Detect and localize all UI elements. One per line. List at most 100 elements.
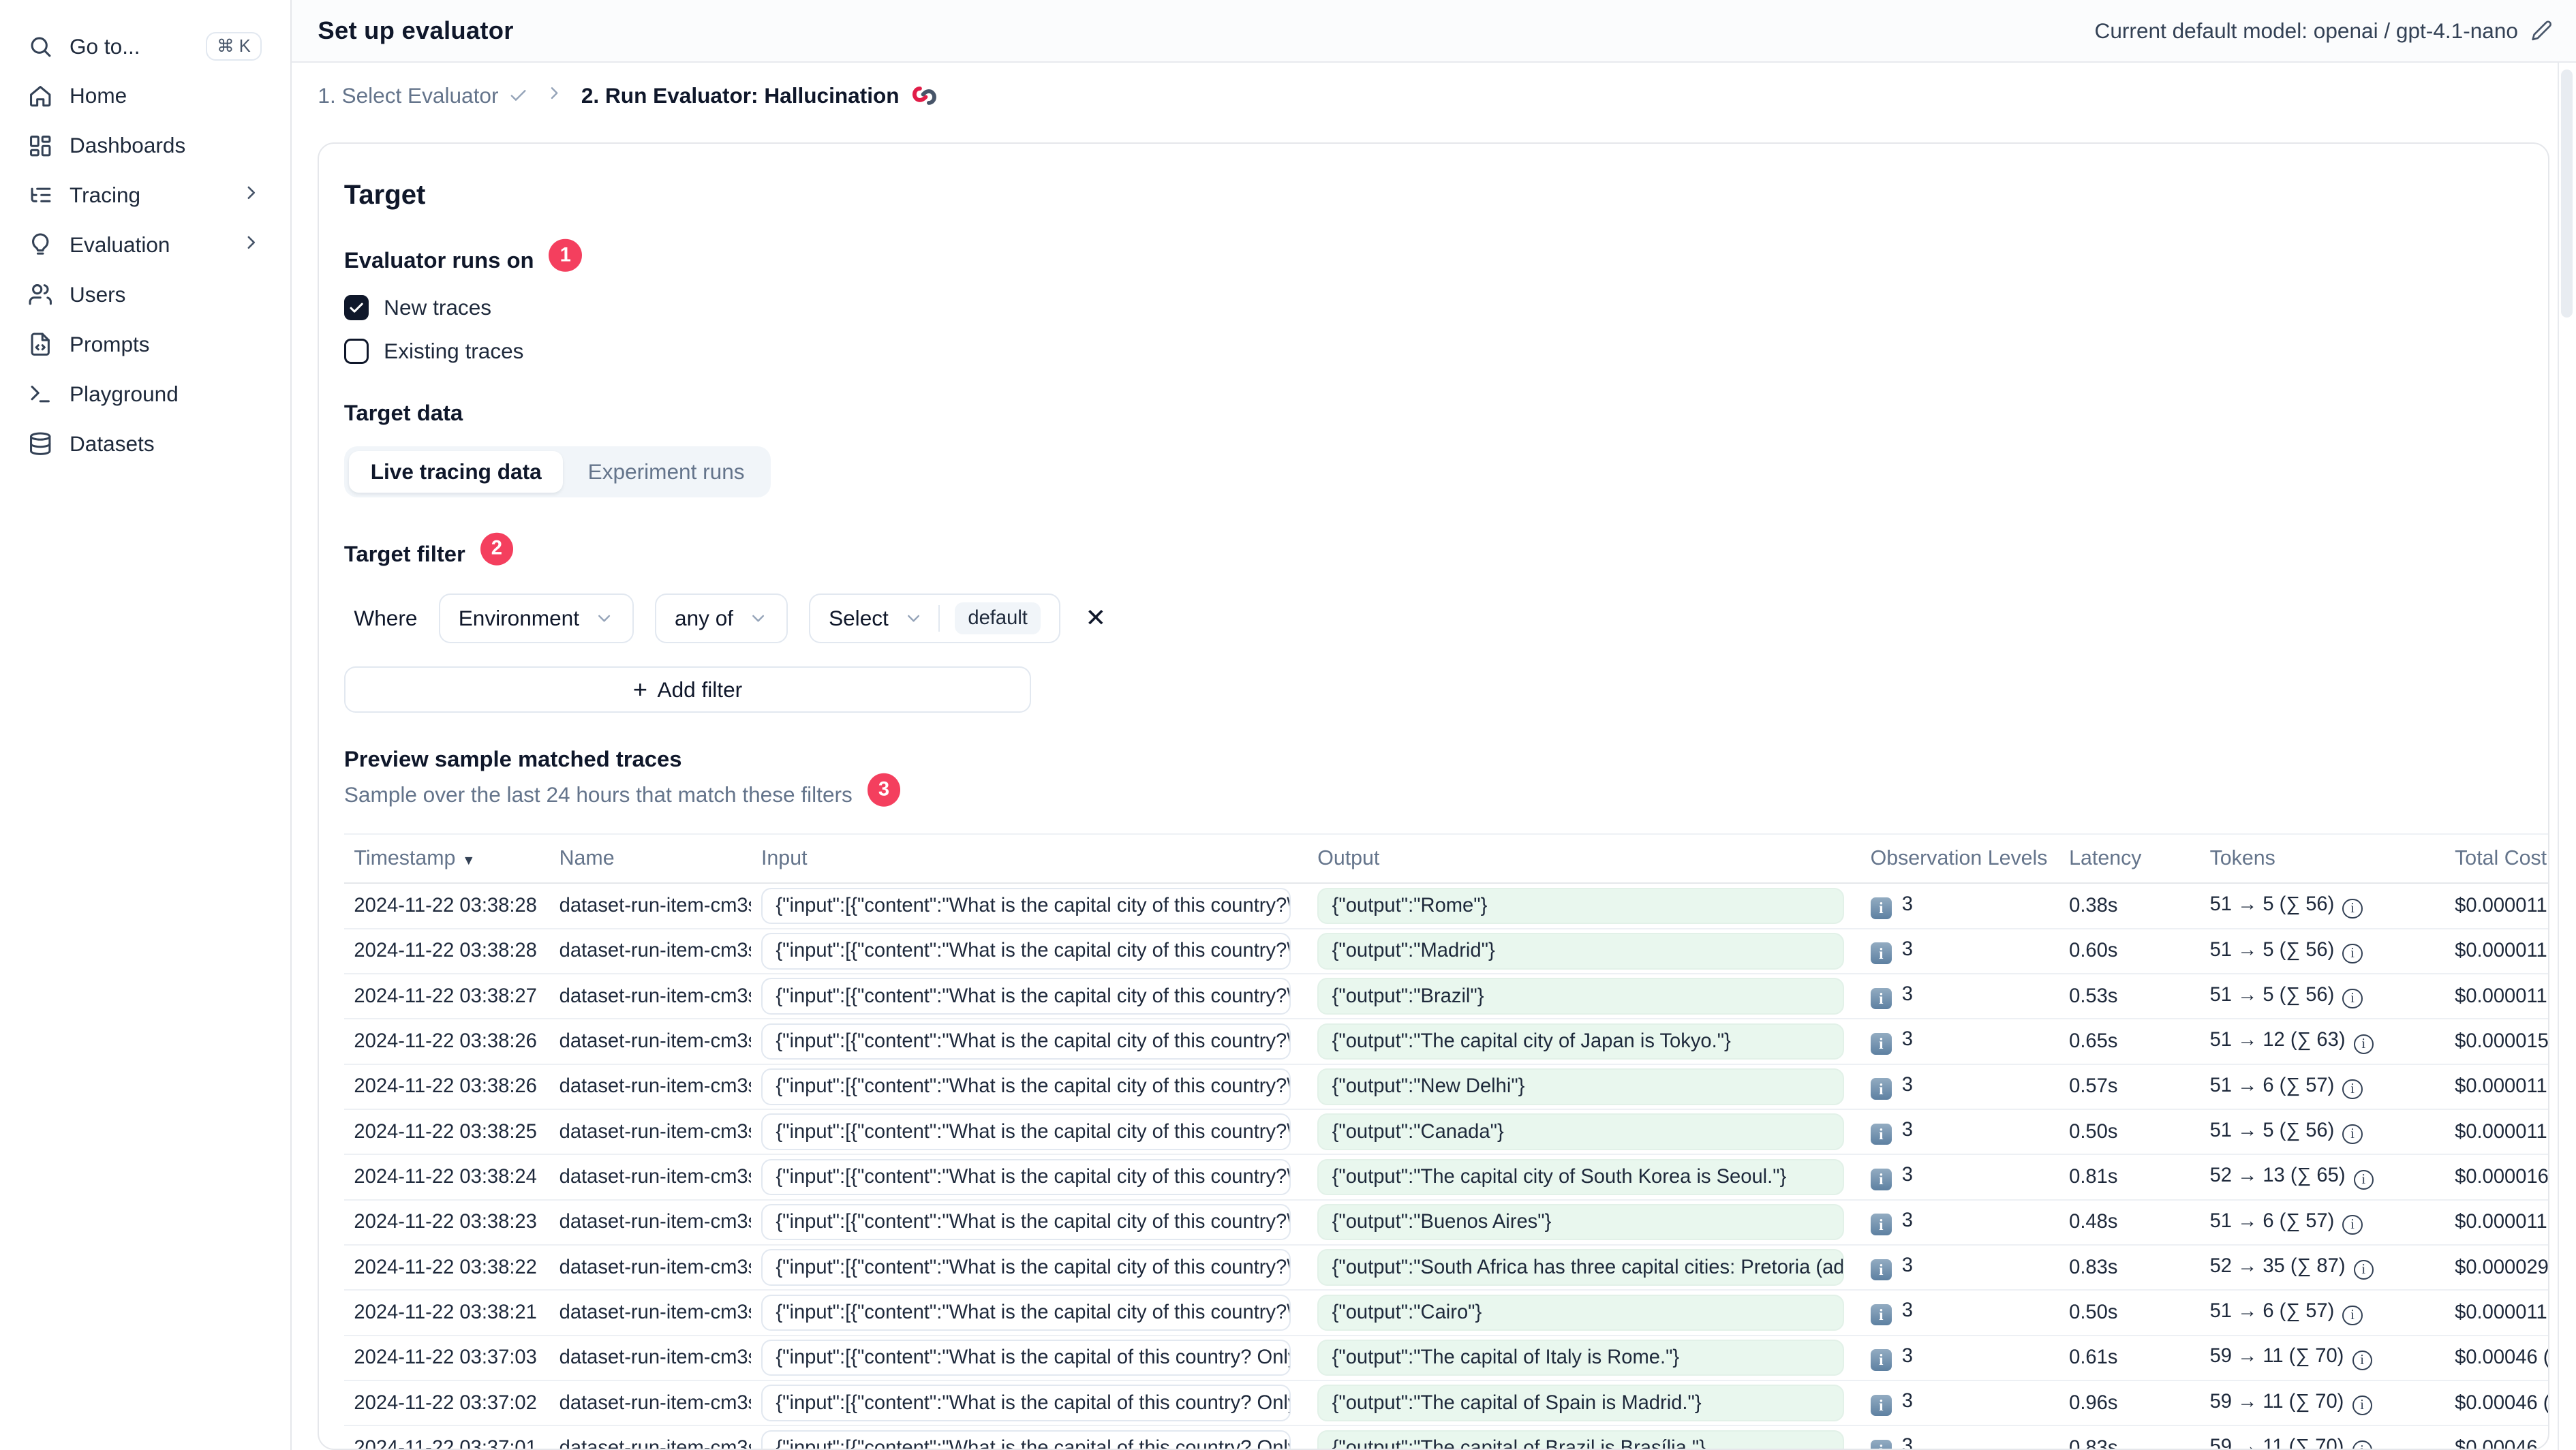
filter-column-select[interactable]: Environment bbox=[439, 593, 634, 644]
column-header-latency[interactable]: Latency bbox=[2059, 847, 2200, 870]
input-value-box[interactable]: {"input":[{"content":"What is the capita… bbox=[761, 1204, 1291, 1241]
goto-search[interactable]: Go to... ⌘ K bbox=[16, 22, 273, 72]
output-value-box[interactable]: {"output":"Brazil"} bbox=[1317, 978, 1844, 1015]
cell-output[interactable]: {"output":"The capital of Italy is Rome.… bbox=[1308, 1339, 1860, 1376]
output-value-box[interactable]: {"output":"Buenos Aires"} bbox=[1317, 1204, 1844, 1241]
cell-input[interactable]: {"input":[{"content":"What is the capita… bbox=[751, 978, 1307, 1015]
info-icon[interactable]: i bbox=[2342, 1124, 2363, 1145]
input-value-box[interactable]: {"input":[{"content":"What is the capita… bbox=[761, 1158, 1291, 1196]
column-header-output[interactable]: Output bbox=[1308, 847, 1860, 870]
input-value-box[interactable]: {"input":[{"content":"What is the capita… bbox=[761, 1249, 1291, 1286]
cell-output[interactable]: {"output":"Rome"} bbox=[1308, 887, 1860, 925]
output-value-box[interactable]: {"output":"Cairo"} bbox=[1317, 1294, 1844, 1331]
sidebar-item-prompts[interactable]: Prompts bbox=[16, 320, 273, 369]
info-icon[interactable]: i bbox=[2342, 1305, 2363, 1325]
table-row[interactable]: 2024-11-22 03:38:24 dataset-run-item-cm3s… bbox=[343, 1155, 2549, 1201]
cell-input[interactable]: {"input":[{"content":"What is the capita… bbox=[751, 1068, 1307, 1105]
output-value-box[interactable]: {"output":"Madrid"} bbox=[1317, 933, 1844, 970]
table-row[interactable]: 2024-11-22 03:38:21 dataset-run-item-cm3s… bbox=[343, 1291, 2549, 1336]
output-value-box[interactable]: {"output":"The capital city of South Kor… bbox=[1317, 1158, 1844, 1196]
table-row[interactable]: 2024-11-22 03:38:22 dataset-run-item-cm3s… bbox=[343, 1246, 2549, 1291]
tab-experiment-runs[interactable]: Experiment runs bbox=[566, 451, 766, 493]
cell-output[interactable]: {"output":"New Delhi"} bbox=[1308, 1068, 1860, 1105]
sidebar-item-users[interactable]: Users bbox=[16, 270, 273, 320]
cell-output[interactable]: {"output":"Canada"} bbox=[1308, 1113, 1860, 1150]
cell-input[interactable]: {"input":[{"content":"What is the capita… bbox=[751, 1023, 1307, 1060]
info-icon[interactable]: i bbox=[2353, 1169, 2374, 1190]
info-icon[interactable]: i bbox=[2352, 1395, 2372, 1416]
column-header-observation-levels[interactable]: Observation Levels bbox=[1860, 847, 2059, 870]
cell-input[interactable]: {"input":[{"content":"What is the capita… bbox=[751, 1158, 1307, 1196]
cell-output[interactable]: {"output":"Buenos Aires"} bbox=[1308, 1204, 1860, 1241]
info-icon[interactable]: i bbox=[2342, 944, 2363, 964]
cell-input[interactable]: {"input":[{"content":"What is the capita… bbox=[751, 1113, 1307, 1150]
input-value-box[interactable]: {"input":[{"content":"What is the capita… bbox=[761, 1294, 1291, 1331]
table-row[interactable]: 2024-11-22 03:38:23 dataset-run-item-cm3s… bbox=[343, 1201, 2549, 1246]
sidebar-item-dashboards[interactable]: Dashboards bbox=[16, 121, 273, 170]
column-header-timestamp[interactable]: Timestamp ▼ bbox=[344, 847, 549, 870]
cell-input[interactable]: {"input":[{"content":"What is the capita… bbox=[751, 887, 1307, 925]
cell-input[interactable]: {"input":[{"content":"What is the capita… bbox=[751, 1385, 1307, 1421]
input-value-box[interactable]: {"input":[{"content":"What is the capita… bbox=[761, 1339, 1291, 1376]
column-header-tokens[interactable]: Tokens bbox=[2200, 847, 2445, 870]
cell-input[interactable]: {"input":[{"content":"What is the capita… bbox=[751, 1294, 1307, 1331]
cell-output[interactable]: {"output":"South Africa has three capita… bbox=[1308, 1249, 1860, 1286]
input-value-box[interactable]: {"input":[{"content":"What is the capita… bbox=[761, 887, 1291, 925]
new-traces-checkbox[interactable] bbox=[343, 295, 369, 320]
output-value-box[interactable]: {"output":"Canada"} bbox=[1317, 1113, 1844, 1150]
cell-output[interactable]: {"output":"The capital city of Japan is … bbox=[1308, 1023, 1860, 1060]
info-icon[interactable]: i bbox=[2352, 1350, 2372, 1370]
cell-input[interactable]: {"input":[{"content":"What is the capita… bbox=[751, 1204, 1307, 1241]
output-value-box[interactable]: {"output":"The capital of Italy is Rome.… bbox=[1317, 1339, 1844, 1376]
breadcrumb-step-1[interactable]: 1. Select Evaluator bbox=[318, 83, 528, 108]
table-row[interactable]: 2024-11-22 03:38:27 dataset-run-item-cm3s… bbox=[343, 974, 2549, 1020]
table-row[interactable]: 2024-11-22 03:37:03 dataset-run-item-cm3s… bbox=[343, 1336, 2549, 1381]
column-header-name[interactable]: Name bbox=[549, 847, 751, 870]
filter-operator-select[interactable]: any of bbox=[655, 593, 788, 644]
input-value-box[interactable]: {"input":[{"content":"What is the capita… bbox=[761, 1068, 1291, 1105]
sidebar-item-datasets[interactable]: Datasets bbox=[16, 419, 273, 469]
cell-output[interactable]: {"output":"Brazil"} bbox=[1308, 978, 1860, 1015]
add-filter-button[interactable]: + Add filter bbox=[343, 666, 1031, 713]
output-value-box[interactable]: {"output":"The capital of Brazil is Bras… bbox=[1317, 1430, 1844, 1449]
existing-traces-checkbox[interactable] bbox=[343, 339, 369, 364]
sidebar-item-playground[interactable]: Playground bbox=[16, 369, 273, 419]
table-row[interactable]: 2024-11-22 03:38:26 dataset-run-item-cm3s… bbox=[343, 1019, 2549, 1065]
cell-output[interactable]: {"output":"The capital of Spain is Madri… bbox=[1308, 1385, 1860, 1421]
table-row[interactable]: 2024-11-22 03:38:28 dataset-run-item-cm3s… bbox=[343, 884, 2549, 929]
sidebar-item-tracing[interactable]: Tracing bbox=[16, 170, 273, 220]
table-row[interactable]: 2024-11-22 03:38:26 dataset-run-item-cm3s… bbox=[343, 1065, 2549, 1110]
cell-input[interactable]: {"input":[{"content":"What is the capita… bbox=[751, 933, 1307, 970]
cell-input[interactable]: {"input":[{"content":"What is the capita… bbox=[751, 1249, 1307, 1286]
cell-output[interactable]: {"output":"The capital city of South Kor… bbox=[1308, 1158, 1860, 1196]
input-value-box[interactable]: {"input":[{"content":"What is the capita… bbox=[761, 1113, 1291, 1150]
table-row[interactable]: 2024-11-22 03:37:01 dataset-run-item-cm3s… bbox=[344, 1426, 2548, 1449]
page-scrollbar[interactable] bbox=[2558, 63, 2576, 1450]
input-value-box[interactable]: {"input":[{"content":"What is the capita… bbox=[761, 978, 1291, 1015]
input-value-box[interactable]: {"input":[{"content":"What is the capita… bbox=[761, 933, 1291, 970]
remove-filter-button[interactable]: ✕ bbox=[1082, 603, 1109, 634]
cell-output[interactable]: {"output":"The capital of Brazil is Bras… bbox=[1308, 1430, 1860, 1449]
input-value-box[interactable]: {"input":[{"content":"What is the capita… bbox=[761, 1430, 1291, 1449]
cell-input[interactable]: {"input":[{"content":"What is the capita… bbox=[751, 1430, 1307, 1449]
table-row[interactable]: 2024-11-22 03:37:02 dataset-run-item-cm3s… bbox=[343, 1381, 2549, 1427]
output-value-box[interactable]: {"output":"South Africa has three capita… bbox=[1317, 1249, 1844, 1286]
sidebar-item-evaluation[interactable]: Evaluation bbox=[16, 220, 273, 270]
info-icon[interactable]: i bbox=[2342, 989, 2363, 1009]
output-value-box[interactable]: {"output":"New Delhi"} bbox=[1317, 1068, 1844, 1105]
info-icon[interactable]: i bbox=[2342, 1214, 2363, 1235]
info-icon[interactable]: i bbox=[2353, 1034, 2374, 1054]
column-header-total-cost[interactable]: Total Cost bbox=[2445, 847, 2549, 870]
cell-output[interactable]: {"output":"Madrid"} bbox=[1308, 933, 1860, 970]
output-value-box[interactable]: {"output":"The capital city of Japan is … bbox=[1317, 1023, 1844, 1060]
input-value-box[interactable]: {"input":[{"content":"What is the capita… bbox=[761, 1023, 1291, 1060]
table-row[interactable]: 2024-11-22 03:38:25 dataset-run-item-cm3s… bbox=[343, 1110, 2549, 1156]
input-value-box[interactable]: {"input":[{"content":"What is the capita… bbox=[761, 1385, 1291, 1421]
tab-live-tracing-data[interactable]: Live tracing data bbox=[349, 450, 564, 493]
info-icon[interactable]: i bbox=[2353, 1260, 2374, 1280]
table-row[interactable]: 2024-11-22 03:38:28 dataset-run-item-cm3s… bbox=[343, 929, 2549, 975]
pencil-icon[interactable] bbox=[2531, 20, 2553, 42]
cell-input[interactable]: {"input":[{"content":"What is the capita… bbox=[751, 1339, 1307, 1376]
sidebar-item-home[interactable]: Home bbox=[16, 71, 273, 121]
scrollbar-thumb[interactable] bbox=[2561, 70, 2573, 318]
